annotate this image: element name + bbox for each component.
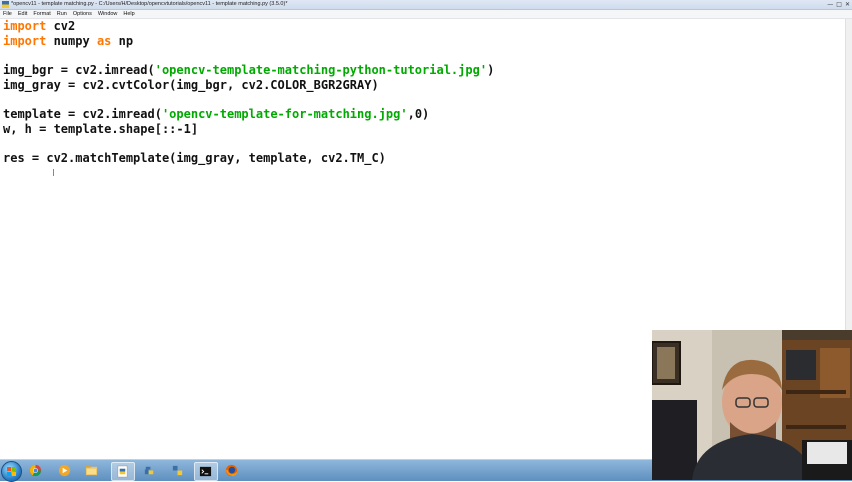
media-player-icon [58,464,71,477]
taskbar-button[interactable] [25,462,47,479]
firefox-icon [225,464,238,477]
code-line: template = cv2.imread('opencv-template-f… [3,107,429,122]
code-line: import numpy as np [3,34,133,49]
python-file-icon [117,465,128,478]
code-keyword: import [3,33,47,48]
windows-logo-icon [7,467,16,476]
code-token: res = cv2.matchTemplate(img_gray, templa… [3,151,386,166]
menu-format[interactable]: Format [30,10,53,18]
code-token: cv2 [46,19,76,33]
python-idle-icon [144,466,154,475]
code-line: img_bgr = cv2.imread('opencv-template-ma… [3,63,494,78]
maximize-button[interactable]: □ [836,0,842,9]
webcam-overlay [652,330,852,480]
taskbar-button[interactable] [111,462,135,481]
menu-help[interactable]: Help [120,10,137,18]
chrome-icon [29,464,42,477]
code-line: res = cv2.matchTemplate(img_gray, templa… [3,151,386,166]
code-token: ) [487,63,495,78]
menu-bar: File Edit Format Run Options Window Help [0,10,852,19]
taskbar-button[interactable] [167,462,189,479]
code-line: img_gray = cv2.cvtColor(img_bgr, cv2.COL… [3,78,379,93]
code-token: template = cv2.imread( [3,107,162,122]
python-shell-icon [172,465,183,476]
code-token: ,0) [407,107,430,122]
window-title: *opencv11 - template matching.py - C:/Us… [11,1,288,7]
code-token: numpy [46,33,97,48]
taskbar-button[interactable] [81,462,103,479]
menu-run[interactable]: Run [54,10,70,18]
taskbar-button[interactable] [194,462,218,481]
terminal-icon [199,466,212,477]
start-button[interactable] [1,461,22,482]
code-token: w, h = template.shape[::-1] [3,121,199,136]
text-cursor [53,169,54,176]
python-app-icon [2,1,9,8]
webcam-image [652,330,852,480]
code-token: np [111,33,134,48]
code-token: img_gray = cv2.cvtColor(img_bgr, cv2.COL… [3,77,379,92]
menu-edit[interactable]: Edit [15,10,30,18]
window-titlebar: *opencv11 - template matching.py - C:/Us… [0,0,852,10]
taskbar-button[interactable] [54,462,76,479]
code-string: 'opencv-template-for-matching.jpg' [161,107,408,122]
menu-file[interactable]: File [0,10,15,18]
menu-options[interactable]: Options [70,10,95,18]
code-line: import cv2 [3,19,75,34]
code-keyword: as [96,33,112,48]
file-explorer-icon [85,465,98,476]
menu-window[interactable]: Window [95,10,121,18]
close-button[interactable]: ✕ [845,0,850,9]
minimize-button[interactable]: — [827,0,833,9]
code-token: img_bgr = cv2.imread( [3,63,155,78]
code-string: 'opencv-template-matching-python-tutoria… [154,63,488,78]
taskbar-button[interactable] [221,462,243,479]
taskbar-button[interactable] [139,462,161,479]
code-keyword: import [3,19,47,33]
window-controls: — □ ✕ [827,0,850,9]
code-line: w, h = template.shape[::-1] [3,122,198,137]
